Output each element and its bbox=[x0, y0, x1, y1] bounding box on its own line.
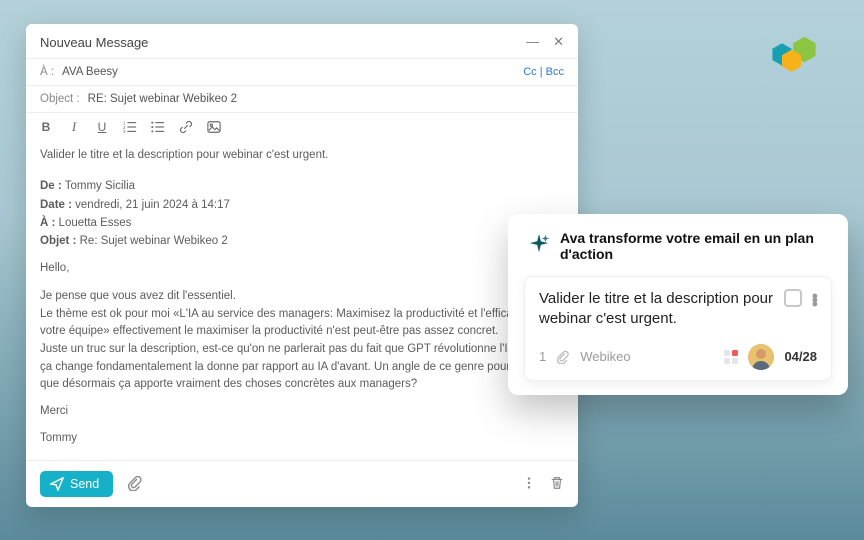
italic-button[interactable]: I bbox=[66, 119, 82, 135]
subject-value: RE: Sujet webinar Webikeo 2 bbox=[88, 93, 237, 105]
formatting-toolbar: B I U 123 bbox=[26, 112, 578, 139]
cc-link[interactable]: Cc bbox=[523, 66, 536, 78]
svg-text:3: 3 bbox=[123, 129, 126, 134]
ava-card: Ava transforme votre email en un plan d'… bbox=[508, 214, 848, 395]
ava-title: Ava transforme votre email en un plan d'… bbox=[560, 230, 832, 262]
assignee-avatar[interactable] bbox=[748, 344, 774, 370]
send-button[interactable]: Send bbox=[40, 471, 113, 497]
bcc-link[interactable]: Bcc bbox=[546, 66, 564, 78]
compose-footer: Send bbox=[26, 460, 578, 507]
task-date: 04/28 bbox=[784, 349, 817, 364]
grid-icon[interactable] bbox=[724, 350, 738, 364]
subject-label: Object : bbox=[40, 93, 80, 105]
minimize-icon[interactable]: — bbox=[526, 34, 539, 50]
sparkle-icon bbox=[528, 233, 550, 260]
ava-task-card[interactable]: Valider le titre et la description pour … bbox=[524, 276, 832, 381]
close-icon[interactable]: ✕ bbox=[553, 34, 564, 50]
send-icon bbox=[50, 477, 64, 491]
underline-button[interactable]: U bbox=[94, 119, 110, 135]
to-value: AVA Beesy bbox=[62, 66, 118, 78]
trash-icon[interactable] bbox=[550, 476, 564, 493]
ordered-list-button[interactable]: 123 bbox=[122, 119, 138, 135]
bold-button[interactable]: B bbox=[38, 119, 54, 135]
paperclip-icon bbox=[556, 350, 570, 364]
task-project: Webikeo bbox=[580, 349, 714, 364]
task-checkbox[interactable] bbox=[784, 289, 802, 307]
link-button[interactable] bbox=[178, 119, 194, 135]
unordered-list-button[interactable] bbox=[150, 119, 166, 135]
compose-window: Nouveau Message — ✕ À : AVA Beesy Cc | B… bbox=[26, 24, 578, 507]
task-text: Valider le titre et la description pour … bbox=[539, 289, 774, 330]
brand-logo bbox=[758, 30, 830, 87]
to-label: À : bbox=[40, 66, 54, 78]
task-more-icon[interactable]: ••• bbox=[812, 289, 817, 301]
window-title: Nouveau Message bbox=[40, 35, 148, 50]
email-body[interactable]: Valider le titre et la description pour … bbox=[26, 139, 578, 460]
attachment-icon[interactable] bbox=[127, 475, 143, 494]
to-row[interactable]: À : AVA Beesy Cc | Bcc bbox=[26, 58, 578, 85]
body-first-line: Valider le titre et la description pour … bbox=[40, 147, 564, 164]
image-button[interactable] bbox=[206, 119, 222, 135]
more-icon[interactable] bbox=[522, 476, 536, 493]
subject-row[interactable]: Object : RE: Sujet webinar Webikeo 2 bbox=[26, 85, 578, 112]
task-count: 1 bbox=[539, 349, 546, 364]
